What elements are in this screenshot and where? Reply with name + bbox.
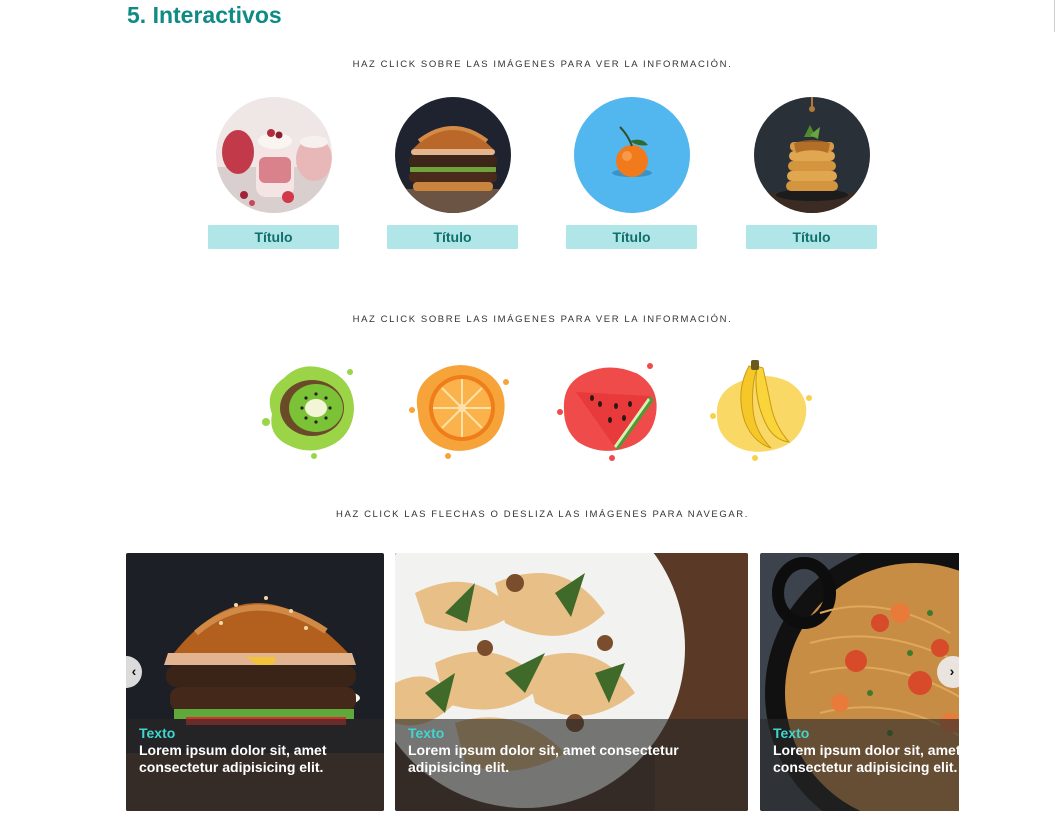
circle-card-title-button[interactable]: Título (746, 225, 877, 249)
orange-splash-image[interactable] (404, 352, 516, 464)
circle-card-title-button[interactable]: Título (387, 225, 518, 249)
carousel-caption: Texto Lorem ipsum dolor sit, amet consec… (395, 719, 748, 811)
kiwi-splash-image[interactable] (254, 352, 366, 464)
caption-text: Lorem ipsum dolor sit, amet consectetur … (408, 742, 679, 775)
instruction-fruits: Haz click sobre las imágenes para ver la… (352, 314, 733, 325)
carousel-slide[interactable]: Texto Lorem ipsum dolor sit, amet consec… (760, 553, 959, 811)
carousel-caption: Texto Lorem ipsum dolor sit, amet consec… (760, 719, 959, 811)
carousel-caption: Texto Lorem ipsum dolor sit, amet consec… (126, 719, 384, 811)
instruction-circles: Haz click sobre las imágenes para ver la… (352, 59, 733, 70)
circle-image-pancakes[interactable] (753, 97, 870, 213)
circle-card: Título (208, 97, 339, 249)
circle-image-orange[interactable] (573, 97, 690, 213)
circle-image-burger[interactable] (394, 97, 511, 213)
circle-card-title-button[interactable]: Título (208, 225, 339, 249)
circle-card: Título (387, 97, 518, 249)
chevron-left-icon: ‹ (131, 663, 137, 679)
food-carousel[interactable]: Texto Lorem ipsum dolor sit, amet consec… (126, 553, 959, 811)
circle-card-title-button[interactable]: Título (566, 225, 697, 249)
caption-title: Texto (139, 725, 176, 741)
watermelon-splash-image[interactable] (554, 352, 666, 464)
section-title: 5. Interactivos (127, 2, 282, 28)
chevron-right-icon: › (949, 663, 955, 679)
circle-card: Título (746, 97, 877, 249)
instruction-carousel: Haz click las flechas o desliza las imág… (336, 509, 749, 520)
caption-text: Lorem ipsum dolor sit, amet consectetur … (773, 742, 959, 775)
carousel-next-button[interactable]: › (937, 656, 959, 688)
carousel-slide[interactable]: Texto Lorem ipsum dolor sit, amet consec… (395, 553, 748, 811)
circle-card: Título (566, 97, 697, 249)
caption-text: Lorem ipsum dolor sit, amet consectetur … (139, 742, 327, 775)
carousel-slide[interactable]: Texto Lorem ipsum dolor sit, amet consec… (126, 553, 384, 811)
caption-title: Texto (408, 725, 445, 741)
circle-image-dessert[interactable] (215, 97, 332, 213)
caption-title: Texto (773, 725, 810, 741)
carousel-prev-button[interactable]: ‹ (126, 656, 142, 688)
banana-splash-image[interactable] (705, 352, 817, 464)
fruit-splash-row (0, 352, 1055, 472)
circle-card-row: Título Título Título Título (0, 97, 1055, 257)
